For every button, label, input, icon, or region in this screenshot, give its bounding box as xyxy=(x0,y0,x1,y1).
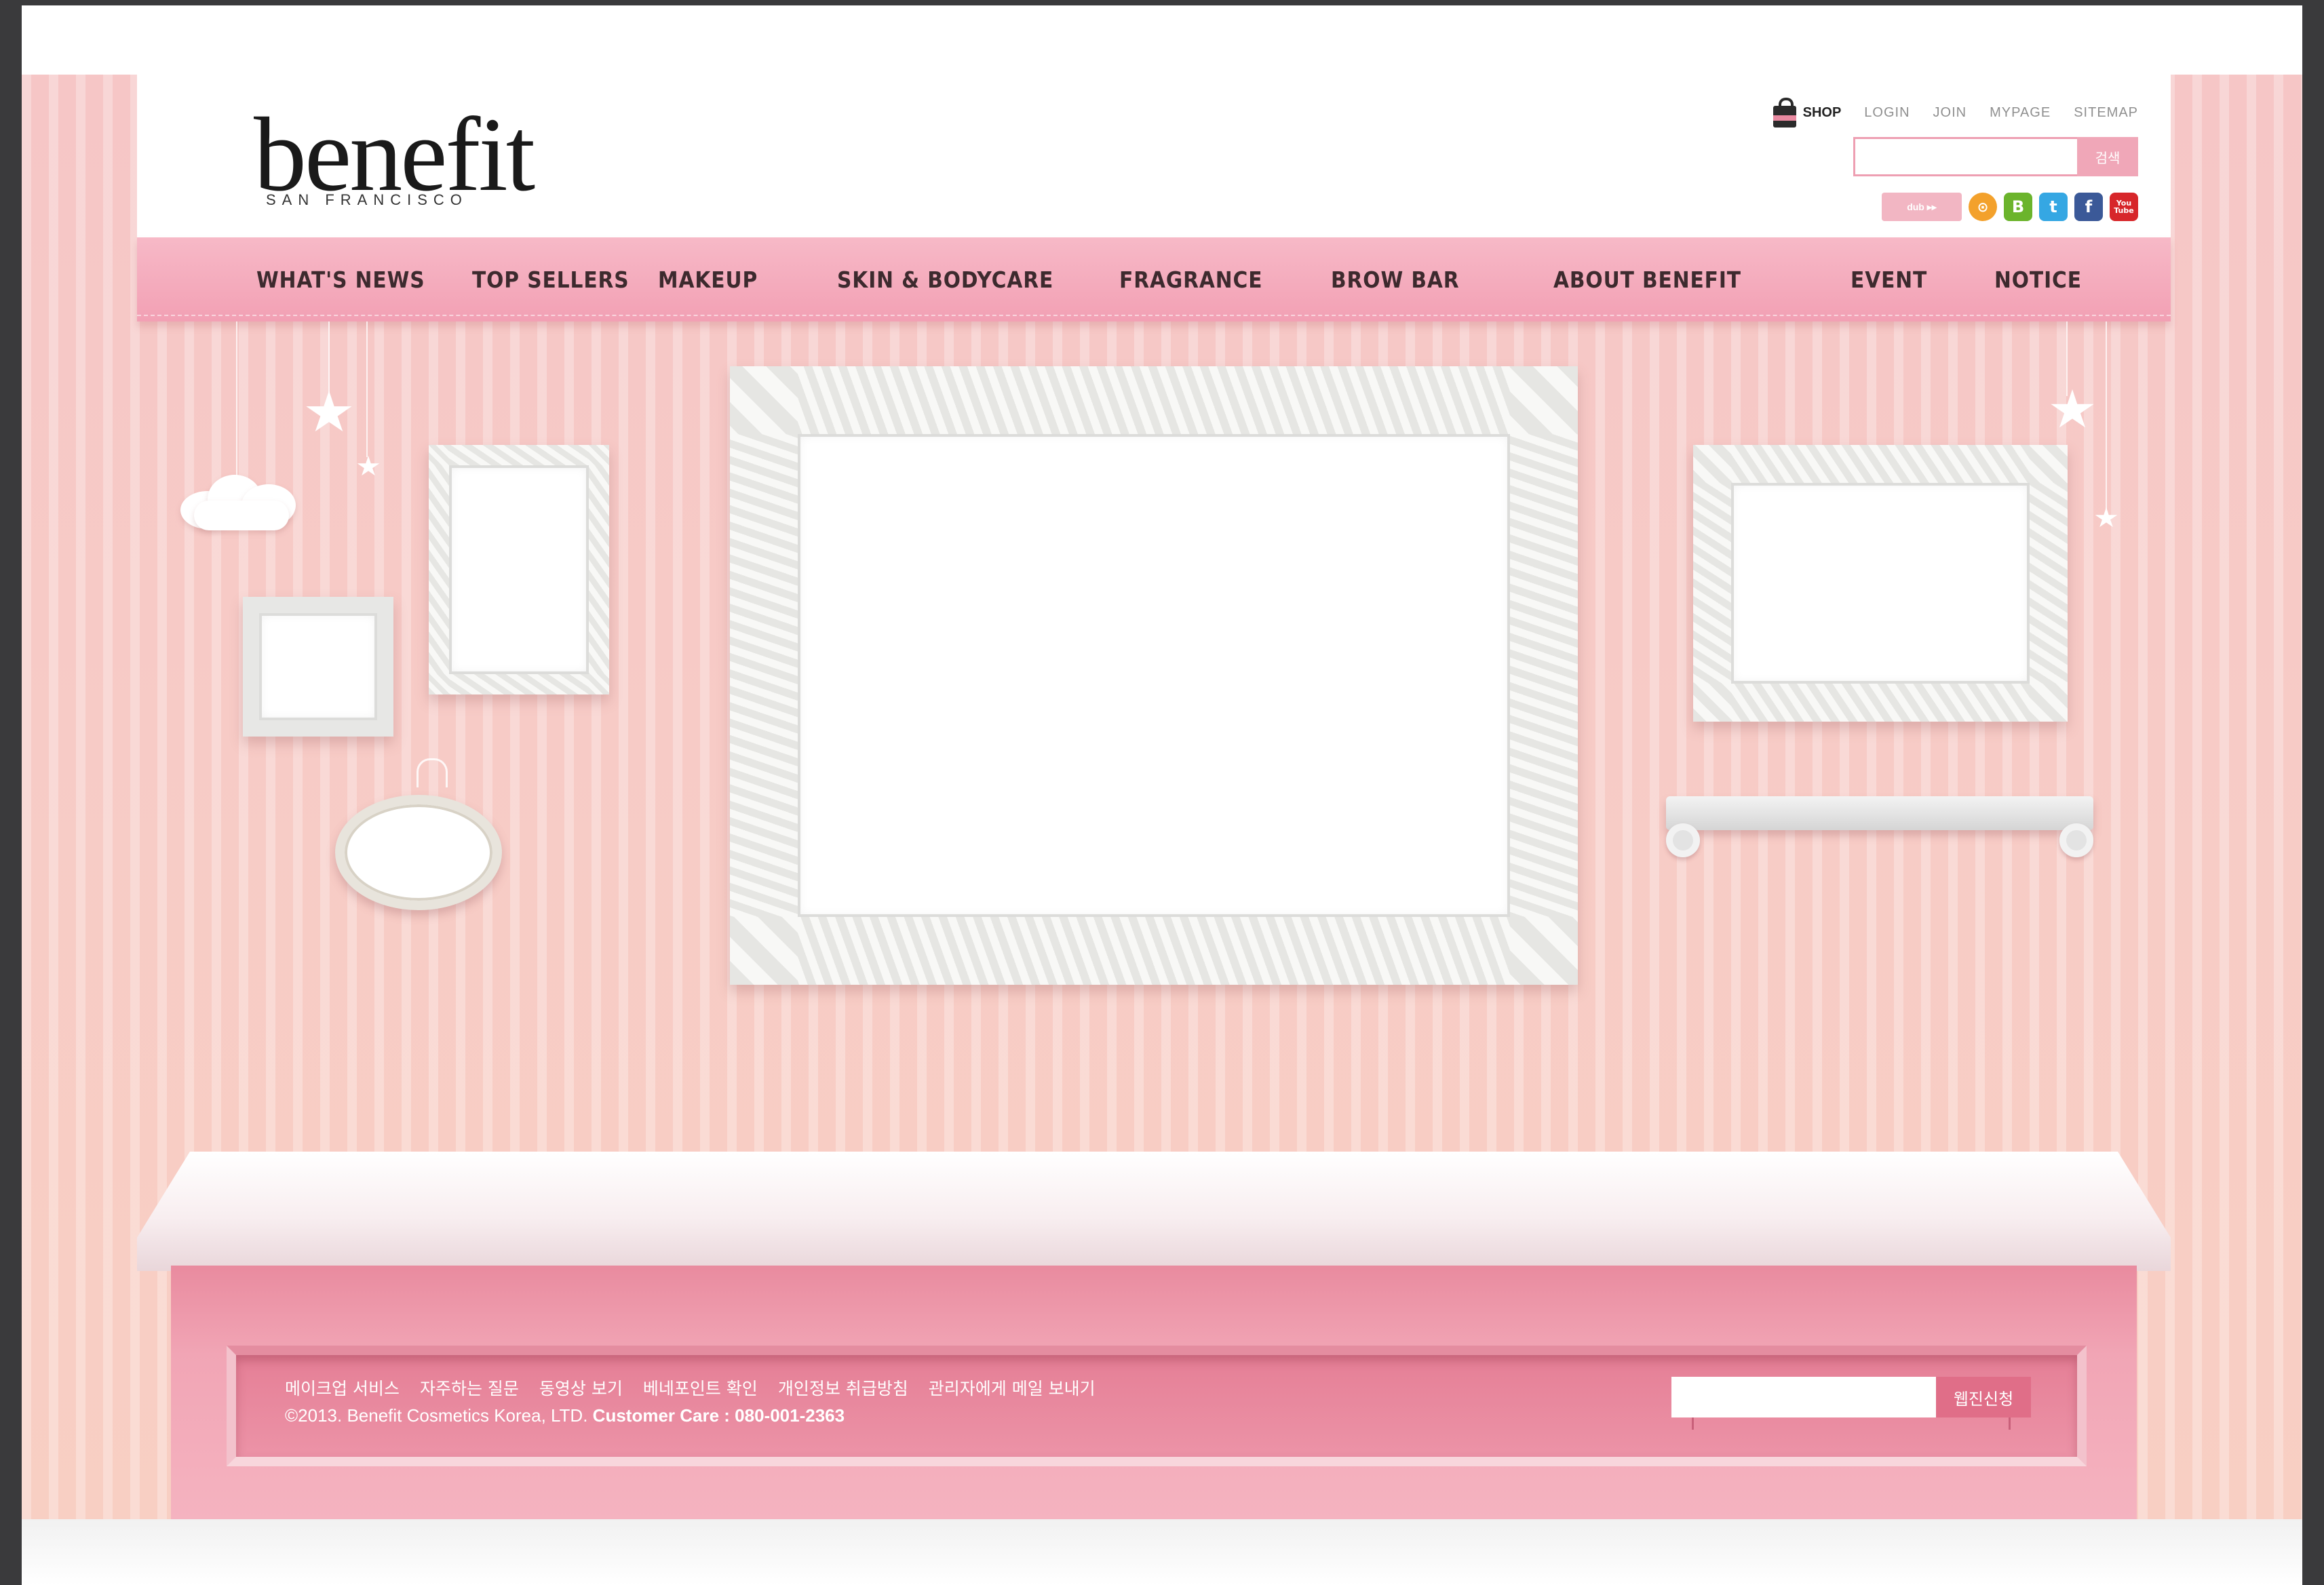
search-input[interactable] xyxy=(1853,137,2077,176)
shop-label: SHOP xyxy=(1802,104,1842,120)
shopping-bag-icon xyxy=(1773,98,1796,128)
nav-about-benefit[interactable]: ABOUT BENEFIT xyxy=(1553,237,1741,321)
footer-link-mail-admin[interactable]: 관리자에게 메일 보내기 xyxy=(929,1375,1096,1400)
nav-skin-bodycare[interactable]: SKIN & BODYCARE xyxy=(837,237,1053,321)
newsletter-form: 웹진신청 xyxy=(1671,1377,2031,1417)
newsletter-subscribe-button[interactable]: 웹진신청 xyxy=(1936,1377,2031,1417)
small-square-frame[interactable] xyxy=(243,597,393,737)
utility-nav: SHOP LOGIN JOIN MYPAGE SITEMAP xyxy=(1773,98,2138,128)
nav-brow-bar[interactable]: BROW BAR xyxy=(1331,237,1460,321)
hanging-string xyxy=(366,321,368,457)
search-form: 검색 xyxy=(1853,137,2138,176)
oval-frame-hanger xyxy=(417,758,448,787)
nav-top-sellers[interactable]: TOP SELLERS xyxy=(472,237,630,321)
nav-whats-news[interactable]: WHAT'S NEWS xyxy=(256,237,425,321)
nav-notice[interactable]: NOTICE xyxy=(1994,237,2082,321)
footer-link-videos[interactable]: 동영상 보기 xyxy=(539,1375,623,1400)
me2day-icon[interactable]: ⊙ xyxy=(1969,193,1997,221)
shop-link[interactable]: SHOP xyxy=(1773,98,1842,128)
newsletter-email-input[interactable] xyxy=(1671,1377,1936,1417)
nav-fragrance[interactable]: FRAGRANCE xyxy=(1119,237,1262,321)
footer-copyright: ©2013. Benefit Cosmetics Korea, LTD. Cus… xyxy=(285,1405,845,1426)
social-links: dub ▸▸ ⊙ B t f You Tube xyxy=(1882,193,2138,221)
bottom-strip xyxy=(22,1519,2302,1585)
hanging-string xyxy=(2066,321,2068,396)
login-link[interactable]: LOGIN xyxy=(1864,105,1910,121)
oval-mirror-frame[interactable] xyxy=(335,795,502,910)
hanging-string xyxy=(236,321,237,482)
search-button[interactable]: 검색 xyxy=(2077,137,2138,176)
counter-top xyxy=(137,1152,2171,1271)
customer-care-text: Customer Care : 080-001-2363 xyxy=(592,1405,845,1426)
logo-tagline: SAN FRANCISCO xyxy=(266,191,468,208)
footer-panel: 메이크업 서비스 자주하는 질문 동영상 보기 베네포인트 확인 개인정보 취급… xyxy=(227,1346,2087,1466)
main-nav: WHAT'S NEWS TOP SELLERS MAKEUP SKIN & BO… xyxy=(137,237,2171,321)
footer-link-makeup-service[interactable]: 메이크업 서비스 xyxy=(285,1375,400,1400)
footer-links: 메이크업 서비스 자주하는 질문 동영상 보기 베네포인트 확인 개인정보 취급… xyxy=(285,1375,1096,1400)
footer-link-faq[interactable]: 자주하는 질문 xyxy=(420,1375,519,1400)
small-portrait-frame[interactable] xyxy=(429,445,609,694)
large-main-frame[interactable] xyxy=(730,366,1578,985)
copyright-text: ©2013. Benefit Cosmetics Korea, LTD. xyxy=(285,1405,588,1426)
youtube-icon[interactable]: You Tube xyxy=(2110,193,2138,221)
twitter-icon[interactable]: t xyxy=(2039,193,2068,221)
page-canvas: benefit SAN FRANCISCO SHOP LOGIN JOIN MY… xyxy=(22,5,2302,1585)
blog-icon[interactable]: B xyxy=(2004,193,2032,221)
hanging-string xyxy=(328,321,330,396)
dub-banner-link[interactable]: dub ▸▸ xyxy=(1882,193,1962,221)
nav-makeup[interactable]: MAKEUP xyxy=(658,237,758,321)
sitemap-link[interactable]: SITEMAP xyxy=(2074,105,2138,121)
landscape-frame-right[interactable] xyxy=(1693,445,2068,722)
nav-event[interactable]: EVENT xyxy=(1851,237,1927,321)
top-strip xyxy=(22,5,2302,75)
cloud-ornament xyxy=(180,471,303,532)
join-link[interactable]: JOIN xyxy=(1933,105,1967,121)
mypage-link[interactable]: MYPAGE xyxy=(1990,105,2051,121)
footer-link-privacy[interactable]: 개인정보 취급방침 xyxy=(778,1375,908,1400)
site-header: benefit SAN FRANCISCO SHOP LOGIN JOIN MY… xyxy=(137,75,2171,237)
footer-link-points[interactable]: 베네포인트 확인 xyxy=(643,1375,758,1400)
newsletter-stand xyxy=(1671,1417,2031,1431)
wall-shelf xyxy=(1666,796,2093,864)
hanging-string xyxy=(2106,321,2107,513)
facebook-icon[interactable]: f xyxy=(2074,193,2103,221)
